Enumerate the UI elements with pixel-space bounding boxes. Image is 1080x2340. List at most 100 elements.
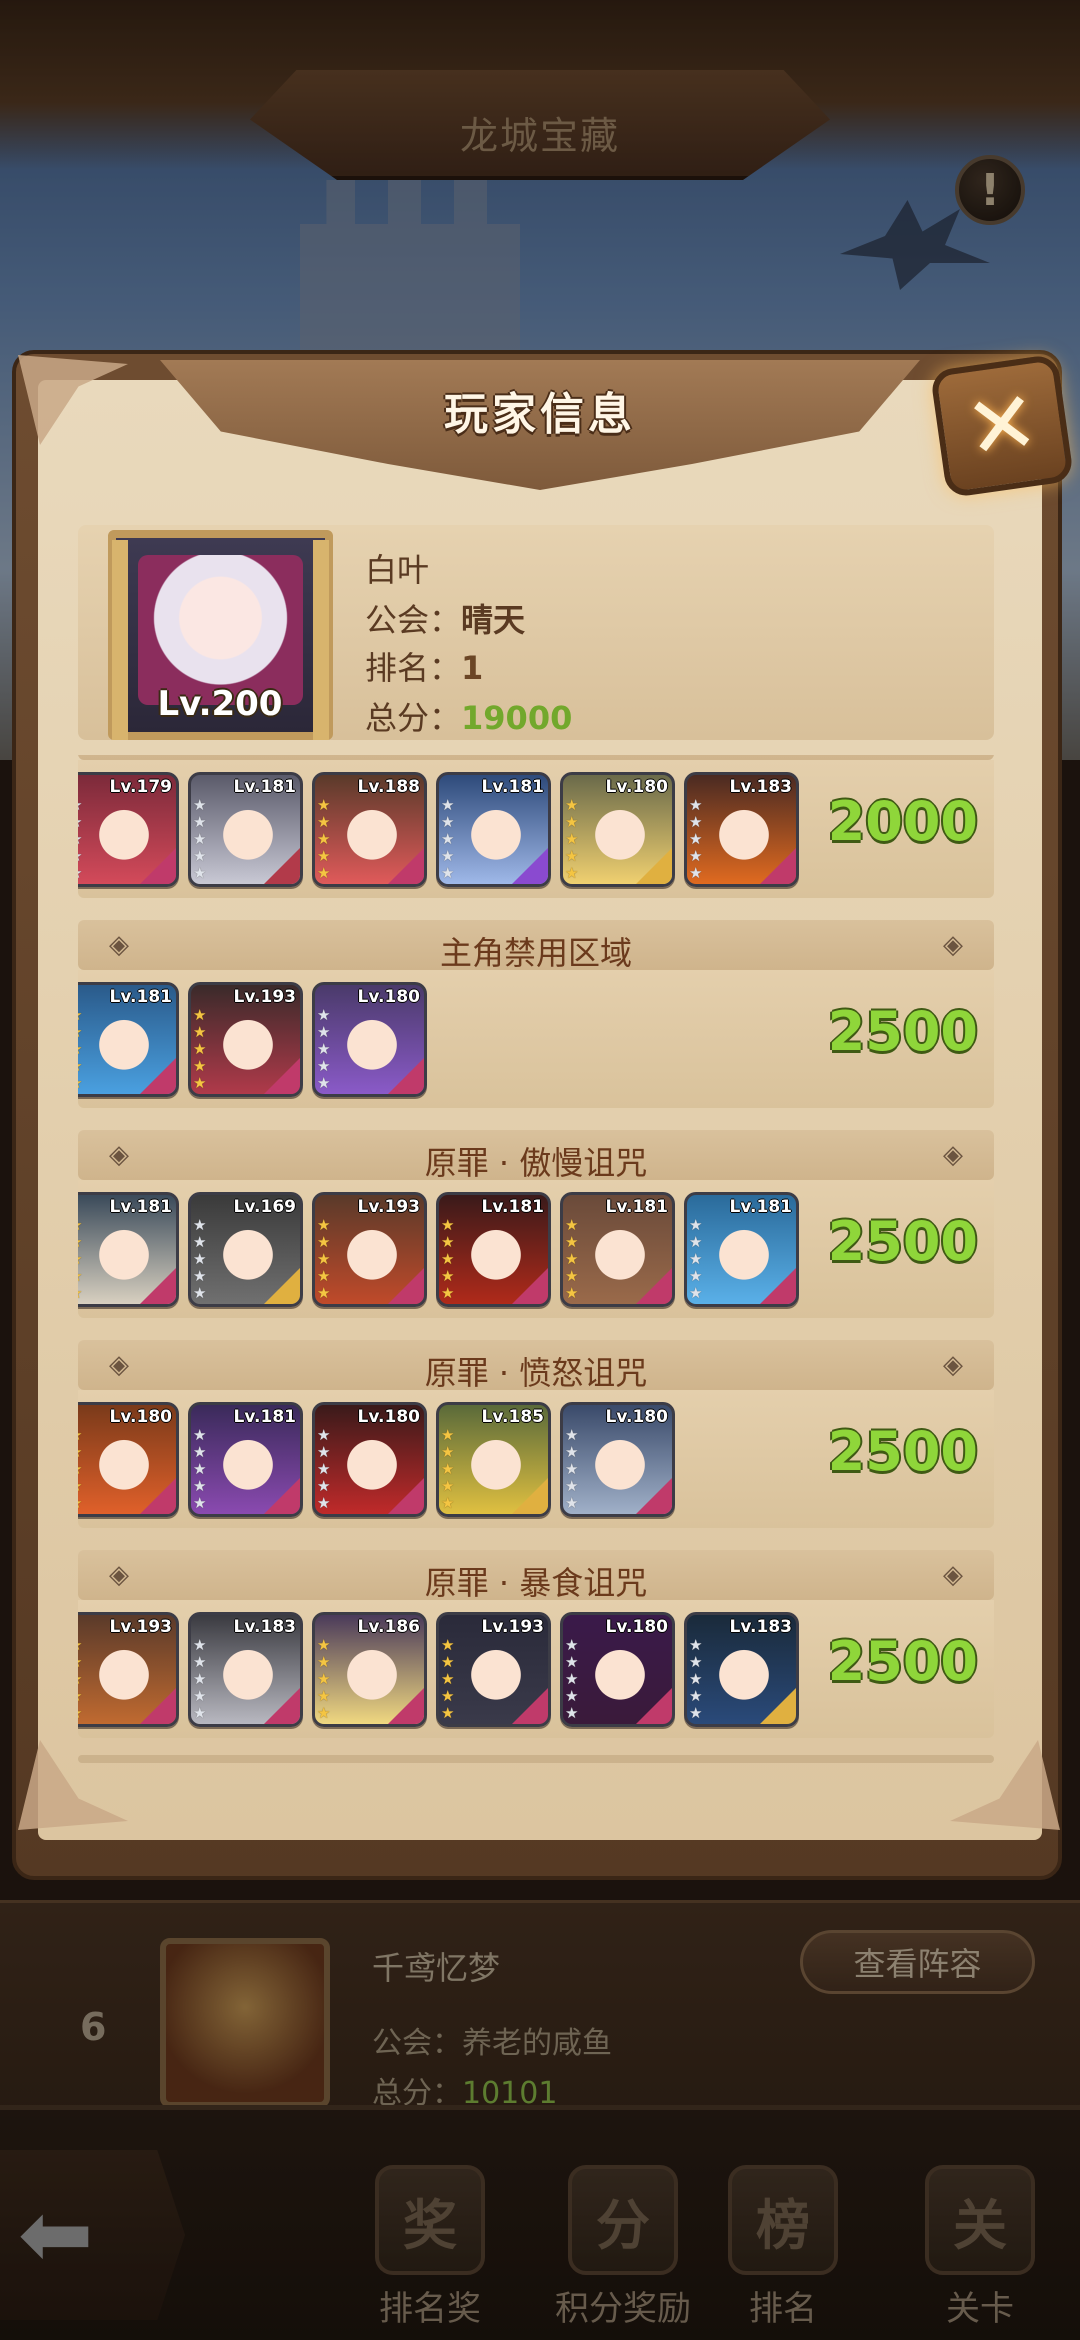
player-level: Lv.200: [157, 684, 283, 724]
hero-level: Lv.169: [233, 1197, 296, 1217]
team-title: 原罪 · 傲慢诅咒: [424, 1144, 648, 1182]
hero-card[interactable]: Lv.188 ★ ★ ★ ★ ★: [312, 772, 427, 887]
hero-card[interactable]: Lv.193 ★ ★ ★ ★ ★: [312, 1192, 427, 1307]
modal-title: 玩家信息: [444, 389, 636, 440]
star-rating-icon: ★ ★ ★ ★ ★: [317, 1216, 331, 1302]
hero-card[interactable]: Lv.179 ★ ★ ★ ★ ★: [78, 772, 179, 887]
team-score: 2500: [827, 1210, 978, 1273]
star-rating-icon: ★ ★ ★ ★ ★: [193, 1216, 207, 1302]
hero-portrait: [337, 1423, 407, 1499]
hero-card[interactable]: Lv.181 ★ ★ ★ ★ ★: [188, 772, 303, 887]
star-rating-icon: ★ ★ ★ ★ ★: [78, 1217, 87, 1302]
hero-card[interactable]: Lv.183 ★ ★ ★ ★ ★: [684, 1612, 799, 1727]
hero-portrait: [89, 1633, 159, 1709]
player-score: 总分：19000: [365, 699, 573, 737]
team-panel: ◈◈原罪 · 傲慢诅咒 Lv.181 ★ ★ ★ ★ ★ Lv.169 ★ ★ ★ ★ …: [78, 1130, 994, 1330]
team-header: ◈ ◈ 原罪 · 傲慢诅咒: [78, 1130, 994, 1182]
hero-card[interactable]: Lv.169 ★ ★ ★ ★ ★: [188, 1192, 303, 1307]
close-button[interactable]: ✕: [929, 353, 1075, 499]
player-name: 白叶: [365, 551, 430, 589]
star-rating-icon: ★ ★ ★ ★ ★: [78, 1637, 87, 1722]
hero-card[interactable]: Lv.180 ★ ★ ★ ★ ★: [312, 982, 427, 1097]
hero-portrait: [337, 1003, 407, 1079]
modal-scroll-edge: [78, 1755, 994, 1763]
star-rating-icon: ★ ★ ★ ★ ★: [689, 796, 703, 882]
hero-portrait: [213, 793, 283, 869]
hero-level: Lv.181: [729, 1197, 792, 1217]
portrait-pillar: [313, 540, 329, 740]
star-rating-icon: ★ ★ ★ ★ ★: [193, 1426, 207, 1512]
star-rating-icon: ★ ★ ★ ★ ★: [317, 1006, 331, 1092]
hero-level: Lv.180: [605, 1407, 668, 1427]
star-rating-icon: ★ ★ ★ ★ ★: [193, 1636, 207, 1722]
team-panel: ◈◈Lv.179★ ★ ★ ★ ★Lv.181★ ★ ★ ★ ★Lv.188★ …: [78, 755, 994, 910]
hero-card[interactable]: Lv.180 ★ ★ ★ ★ ★: [78, 1402, 179, 1517]
hero-level: Lv.183: [729, 1617, 792, 1637]
hero-card[interactable]: Lv.193 ★ ★ ★ ★ ★: [188, 982, 303, 1097]
hero-portrait: [337, 1213, 407, 1289]
team-score: 2500: [827, 1000, 978, 1063]
star-rating-icon: ★ ★ ★ ★ ★: [193, 796, 207, 882]
team-score: 2500: [827, 1630, 978, 1693]
star-rating-icon: ★ ★ ★ ★ ★: [565, 1426, 579, 1512]
close-x-icon: ✕: [959, 371, 1045, 481]
hero-card[interactable]: Lv.186 ★ ★ ★ ★ ★: [312, 1612, 427, 1727]
hero-portrait: [709, 1213, 779, 1289]
hero-portrait: [213, 1633, 283, 1709]
hero-card[interactable]: Lv.181 ★ ★ ★ ★ ★: [684, 1192, 799, 1307]
star-rating-icon: ★ ★ ★ ★ ★: [193, 1006, 207, 1092]
hero-level: Lv.180: [357, 1407, 420, 1427]
hero-level: Lv.179: [109, 777, 172, 797]
hero-level: Lv.180: [605, 1617, 668, 1637]
hero-card[interactable]: Lv.183 ★ ★ ★ ★ ★: [684, 772, 799, 887]
hero-level: Lv.193: [481, 1617, 544, 1637]
star-rating-icon: ★ ★ ★ ★ ★: [565, 1636, 579, 1722]
hero-card[interactable]: Lv.193 ★ ★ ★ ★ ★: [436, 1612, 551, 1727]
hero-card[interactable]: Lv.180 ★ ★ ★ ★ ★: [312, 1402, 427, 1517]
hero-card[interactable]: Lv.193 ★ ★ ★ ★ ★: [78, 1612, 179, 1727]
hero-card[interactable]: Lv.181 ★ ★ ★ ★ ★: [436, 1192, 551, 1307]
team-panel: ◈◈主角禁用区域Lv.181★ ★ ★ ★ ★Lv.193★ ★ ★ ★ ★Lv…: [78, 920, 994, 1120]
team-header: ◈ ◈ 主角禁用区域: [78, 920, 994, 972]
hero-level: Lv.180: [357, 987, 420, 1007]
star-rating-icon: ★ ★ ★ ★ ★: [441, 796, 455, 882]
hero-card[interactable]: Lv.180 ★ ★ ★ ★ ★: [560, 1612, 675, 1727]
hero-portrait: [709, 1633, 779, 1709]
star-rating-icon: ★ ★ ★ ★ ★: [317, 796, 331, 882]
star-rating-icon: ★ ★ ★ ★ ★: [441, 1216, 455, 1302]
hero-portrait: [89, 1423, 159, 1499]
star-rating-icon: ★ ★ ★ ★ ★: [689, 1216, 703, 1302]
hero-card[interactable]: Lv.181 ★ ★ ★ ★ ★: [78, 982, 179, 1097]
team-header: ◈ ◈ 原罪 · 暴食诅咒: [78, 1550, 994, 1602]
hero-level: Lv.186: [357, 1617, 420, 1637]
hero-portrait: [585, 1423, 655, 1499]
hero-card[interactable]: Lv.181 ★ ★ ★ ★ ★: [436, 772, 551, 887]
hero-card[interactable]: Lv.181 ★ ★ ★ ★ ★: [188, 1402, 303, 1517]
hero-portrait: [89, 793, 159, 869]
hero-card[interactable]: Lv.183 ★ ★ ★ ★ ★: [188, 1612, 303, 1727]
team-title: 原罪 · 暴食诅咒: [424, 1564, 648, 1602]
team-body: Lv.181 ★ ★ ★ ★ ★ Lv.169 ★ ★ ★ ★ ★ Lv.193 ★ ★ …: [78, 1180, 994, 1318]
hero-card[interactable]: Lv.181 ★ ★ ★ ★ ★: [78, 1192, 179, 1307]
hero-portrait: [585, 1213, 655, 1289]
hero-portrait: [709, 793, 779, 869]
hero-portrait: [89, 1213, 159, 1289]
hero-level: Lv.181: [109, 1197, 172, 1217]
hero-portrait: [461, 1423, 531, 1499]
hero-level: Lv.181: [481, 1197, 544, 1217]
star-rating-icon: ★ ★ ★ ★ ★: [317, 1636, 331, 1722]
team-body: Lv.181 ★ ★ ★ ★ ★ Lv.193 ★ ★ ★ ★ ★ Lv.180 ★ ★ …: [78, 970, 994, 1108]
hero-card[interactable]: Lv.181 ★ ★ ★ ★ ★: [560, 1192, 675, 1307]
hero-portrait: [89, 1003, 159, 1079]
player-rank: 排名：1: [365, 649, 484, 687]
player-avatar: [138, 555, 303, 705]
hero-level: Lv.181: [109, 987, 172, 1007]
team-header: ◈ ◈ 原罪 · 愤怒诅咒: [78, 1340, 994, 1392]
team-list[interactable]: ◈◈Lv.179★ ★ ★ ★ ★Lv.181★ ★ ★ ★ ★Lv.188★ …: [78, 755, 994, 1755]
hero-level: Lv.180: [109, 1407, 172, 1427]
hero-card[interactable]: Lv.180 ★ ★ ★ ★ ★: [560, 772, 675, 887]
team-score: 2500: [827, 1420, 978, 1483]
hero-card[interactable]: Lv.185 ★ ★ ★ ★ ★: [436, 1402, 551, 1517]
hero-portrait: [461, 1213, 531, 1289]
hero-card[interactable]: Lv.180 ★ ★ ★ ★ ★: [560, 1402, 675, 1517]
